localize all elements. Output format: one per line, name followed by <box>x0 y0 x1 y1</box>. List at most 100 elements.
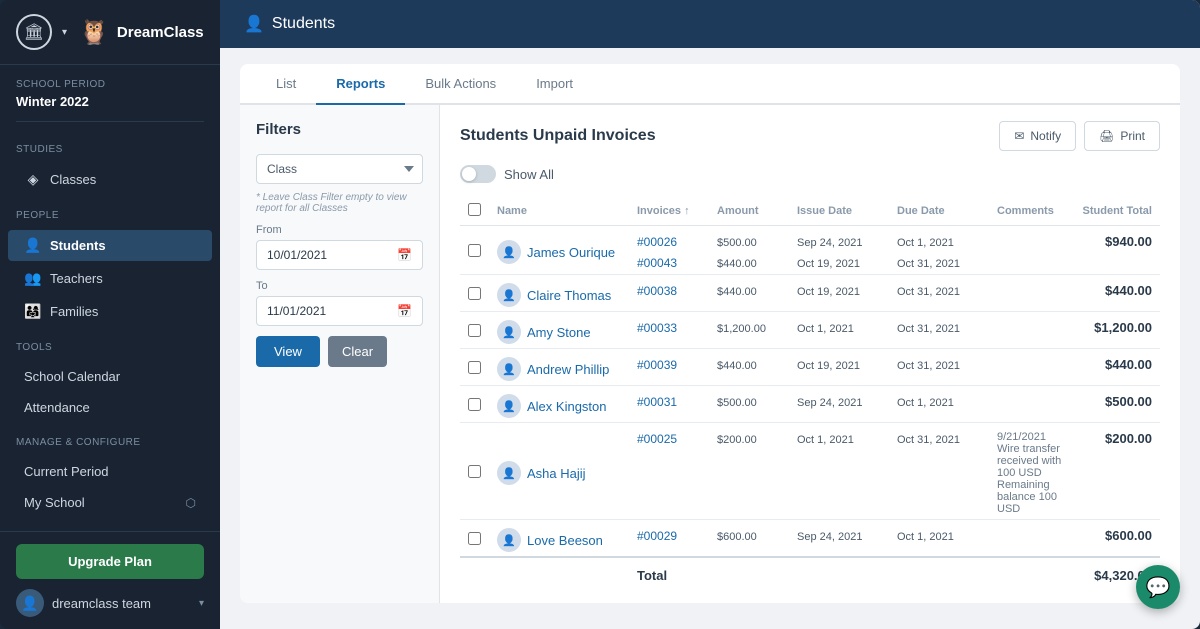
chat-bubble-button[interactable]: 💬 <box>1136 565 1180 609</box>
sidebar-item-teachers[interactable]: 👥 Teachers <box>8 263 212 294</box>
sidebar-footer: Upgrade Plan 👤 dreamclass team ▾ <box>0 531 220 629</box>
invoice-number[interactable]: #00039 <box>637 358 677 372</box>
invoice-due-date-cell: Oct 31, 2021 <box>889 312 989 349</box>
row-checkbox-cell[interactable] <box>460 275 489 312</box>
sidebar-item-my-school[interactable]: My School ⬡ <box>8 488 212 517</box>
student-name-link[interactable]: 👤 Asha Hajij <box>497 461 621 485</box>
invoice-number[interactable]: #00031 <box>637 395 677 409</box>
student-name-cell: 👤 Claire Thomas <box>489 275 629 312</box>
invoice-number-cell: #00039 <box>629 349 709 386</box>
row-checkbox-cell[interactable] <box>460 226 489 275</box>
row-checkbox[interactable] <box>468 244 481 257</box>
row-checkbox[interactable] <box>468 532 481 545</box>
sidebar-item-students[interactable]: 👤 Students <box>8 230 212 261</box>
clear-button[interactable]: Clear <box>328 336 387 367</box>
invoice-comments-cell <box>989 275 1070 312</box>
invoice-due-date-cell: Oct 31, 2021 <box>889 253 989 275</box>
people-label: People <box>0 196 220 229</box>
due-date-column-header: Due Date <box>889 197 989 226</box>
student-avatar: 👤 <box>497 528 521 552</box>
sidebar: 🏛 ▾ 🦉 DreamClass School Period Winter 20… <box>0 0 220 629</box>
row-checkbox-cell[interactable] <box>460 312 489 349</box>
student-name-cell: 👤 James Ourique <box>489 226 629 275</box>
invoice-number-cell: #00043 <box>629 253 709 275</box>
row-checkbox[interactable] <box>468 324 481 337</box>
sidebar-item-current-period[interactable]: Current Period <box>8 457 212 486</box>
calendar-icon: 📅 <box>397 248 412 262</box>
row-checkbox[interactable] <box>468 465 481 478</box>
invoice-number[interactable]: #00025 <box>637 432 677 446</box>
external-link-icon: ⬡ <box>186 496 196 510</box>
calendar-icon-2: 📅 <box>397 304 412 318</box>
invoice-amount: $600.00 <box>717 531 757 543</box>
class-filter-hint: * Leave Class Filter empty to view repor… <box>256 192 423 214</box>
app-name: DreamClass <box>117 24 204 41</box>
sidebar-item-classes[interactable]: ◈ Classes <box>8 164 212 195</box>
invoices-column-header[interactable]: Invoices ↑ <box>629 197 709 226</box>
main-content: 👤 Students List Reports Bulk Actions Imp… <box>220 0 1200 629</box>
invoice-amount-cell: $1,200.00 <box>709 312 789 349</box>
invoice-number[interactable]: #00043 <box>637 256 677 270</box>
owl-icon: 🦉 <box>79 18 109 47</box>
content-area: List Reports Bulk Actions Import Filters… <box>220 48 1200 629</box>
select-all-header[interactable] <box>460 197 489 226</box>
show-all-toggle[interactable]: Show All <box>460 165 1160 183</box>
invoice-number[interactable]: #00029 <box>637 529 677 543</box>
sidebar-item-school-calendar[interactable]: School Calendar <box>8 362 212 391</box>
upgrade-plan-button[interactable]: Upgrade Plan <box>16 544 204 579</box>
printer-icon: 🖨 <box>1099 129 1114 143</box>
invoice-comments-cell <box>989 226 1070 254</box>
invoice-amount-cell: $440.00 <box>709 275 789 312</box>
sidebar-header[interactable]: 🏛 ▾ 🦉 DreamClass <box>0 0 220 65</box>
invoice-amount-cell: $440.00 <box>709 253 789 275</box>
toggle-switch[interactable] <box>460 165 496 183</box>
row-checkbox-cell[interactable] <box>460 423 489 520</box>
row-checkbox-cell[interactable] <box>460 386 489 423</box>
view-button[interactable]: View <box>256 336 320 367</box>
class-filter-select[interactable]: Class <box>256 154 423 184</box>
user-profile[interactable]: 👤 dreamclass team ▾ <box>16 589 204 617</box>
table-row: 👤 Love Beeson #00029 $600.00 Sep 24, 202… <box>460 520 1160 558</box>
invoice-comments-cell <box>989 253 1070 275</box>
tab-import[interactable]: Import <box>516 64 593 105</box>
student-name-link[interactable]: 👤 Andrew Phillip <box>497 357 621 381</box>
invoice-issue-date-cell: Oct 19, 2021 <box>789 275 889 312</box>
student-avatar: 👤 <box>497 240 521 264</box>
invoice-number[interactable]: #00038 <box>637 284 677 298</box>
invoice-comments-cell <box>989 386 1070 423</box>
row-checkbox[interactable] <box>468 287 481 300</box>
divider-1 <box>16 121 204 122</box>
row-checkbox[interactable] <box>468 361 481 374</box>
invoice-due-date: Oct 31, 2021 <box>897 323 960 335</box>
to-date-input[interactable]: 11/01/2021 📅 <box>256 296 423 326</box>
invoice-due-date: Oct 31, 2021 <box>897 258 960 270</box>
invoice-actions: ✉ Notify 🖨 Print <box>999 121 1160 151</box>
row-checkbox-cell[interactable] <box>460 349 489 386</box>
filter-buttons: View Clear <box>256 336 423 367</box>
student-name-link[interactable]: 👤 Claire Thomas <box>497 283 621 307</box>
invoice-number[interactable]: #00026 <box>637 235 677 249</box>
to-date-value: 11/01/2021 <box>267 304 326 318</box>
student-total-cell: $440.00 <box>1070 275 1160 312</box>
student-name-link[interactable]: 👤 Alex Kingston <box>497 394 621 418</box>
invoice-number-cell: #00031 <box>629 386 709 423</box>
invoice-number[interactable]: #00033 <box>637 321 677 335</box>
invoice-issue-date: Sep 24, 2021 <box>797 531 862 543</box>
student-total-cell: $940.00 <box>1070 226 1160 275</box>
print-button[interactable]: 🖨 Print <box>1084 121 1160 151</box>
row-checkbox[interactable] <box>468 398 481 411</box>
tab-reports[interactable]: Reports <box>316 64 405 105</box>
studies-label: Studies <box>0 130 220 163</box>
tab-bulk-actions[interactable]: Bulk Actions <box>405 64 516 105</box>
sidebar-item-families[interactable]: 👨‍👩‍👧 Families <box>8 296 212 327</box>
student-name-link[interactable]: 👤 Love Beeson <box>497 528 621 552</box>
invoice-due-date: Oct 31, 2021 <box>897 360 960 372</box>
tab-list[interactable]: List <box>256 64 316 105</box>
student-name-link[interactable]: 👤 James Ourique <box>497 240 621 264</box>
notify-button[interactable]: ✉ Notify <box>999 121 1076 151</box>
from-date-input[interactable]: 10/01/2021 📅 <box>256 240 423 270</box>
select-all-checkbox[interactable] <box>468 203 481 216</box>
row-checkbox-cell[interactable] <box>460 520 489 558</box>
student-name-link[interactable]: 👤 Amy Stone <box>497 320 621 344</box>
sidebar-item-attendance[interactable]: Attendance <box>8 393 212 422</box>
